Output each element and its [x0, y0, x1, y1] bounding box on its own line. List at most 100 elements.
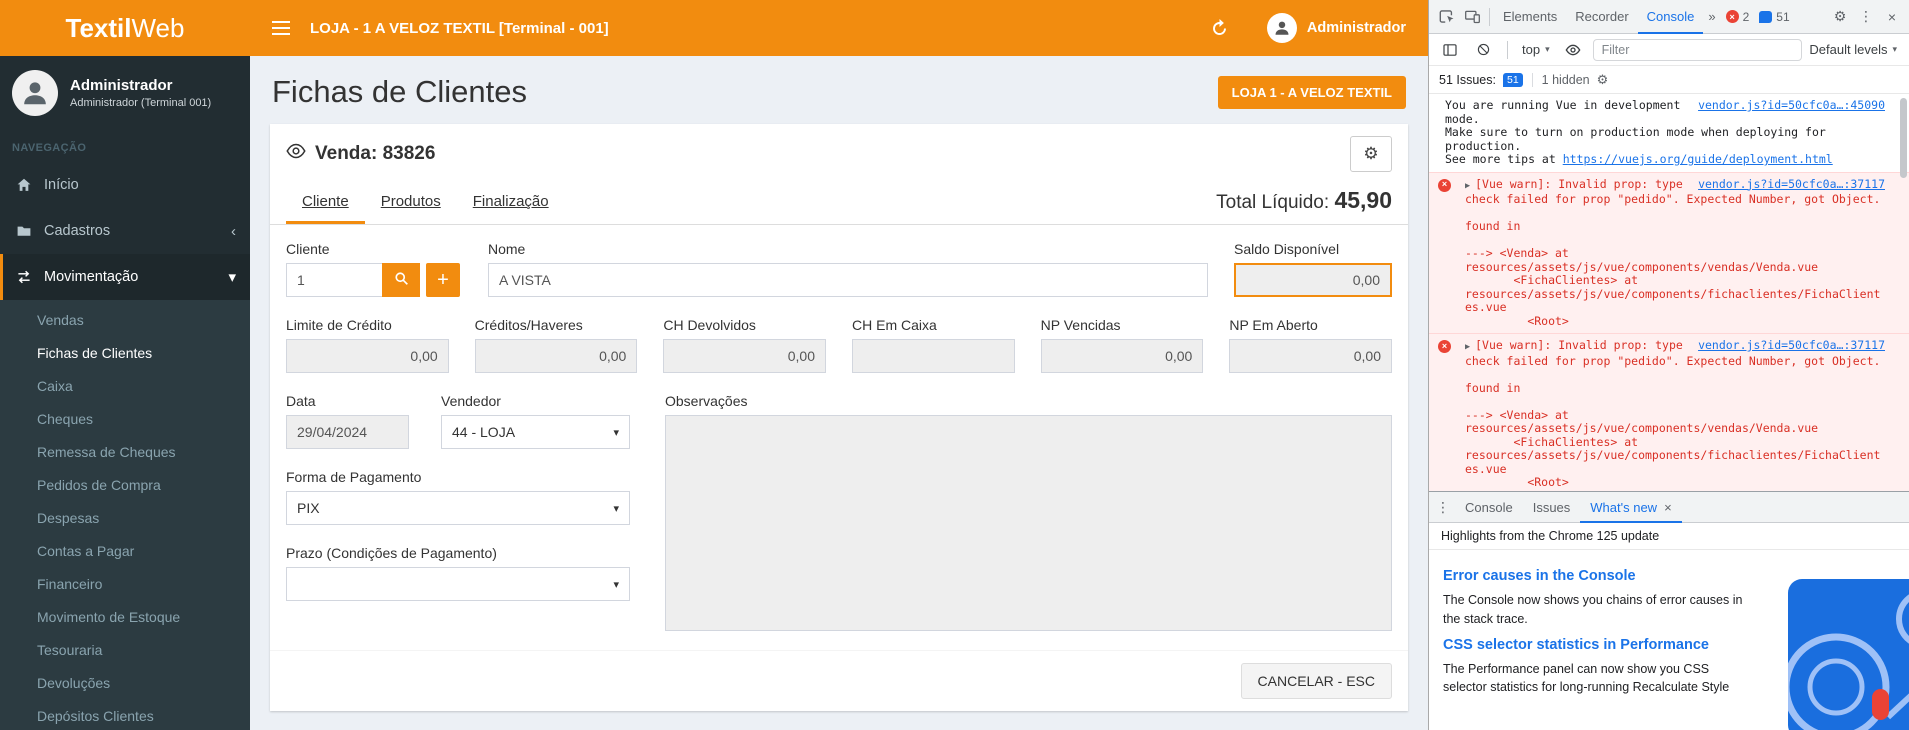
vendedor-label: Vendedor: [441, 393, 630, 409]
sidebar-item-tesouraria[interactable]: Tesouraria: [0, 633, 250, 666]
search-client-button[interactable]: [382, 263, 420, 297]
card-settings-button[interactable]: ⚙: [1350, 136, 1392, 172]
sidebar-item-depositos-clientes[interactable]: Depósitos Clientes: [0, 699, 250, 730]
sidebar-item-label: Cadastros: [44, 223, 110, 239]
tab-console[interactable]: Console: [1638, 0, 1704, 34]
cancel-button[interactable]: CANCELAR - ESC: [1241, 663, 1392, 699]
source-link[interactable]: vendor.js?id=50cfc0a…:37117: [1698, 339, 1885, 353]
refresh-icon[interactable]: [1210, 19, 1229, 38]
kebab-menu-icon[interactable]: ⋮: [1853, 4, 1879, 30]
user-menu[interactable]: Administrador: [1267, 13, 1406, 43]
error-icon: ×: [1438, 179, 1451, 192]
whats-new-text: The Performance panel can now show you C…: [1443, 660, 1748, 698]
log-levels-dropdown[interactable]: Default levels ▾: [1809, 42, 1901, 57]
nome-input[interactable]: [488, 263, 1208, 297]
whats-new-text: The Console now shows you chains of erro…: [1443, 591, 1748, 629]
drawer-tab-console[interactable]: Console: [1455, 492, 1523, 523]
sidebar-item-movimentacao[interactable]: Movimentação ▾: [0, 254, 250, 300]
divider: [1507, 41, 1508, 59]
drawer-tab-issues[interactable]: Issues: [1523, 492, 1581, 523]
sidebar-item-fichas-de-clientes[interactable]: Fichas de Clientes: [0, 336, 250, 369]
total-label: Total Líquido:: [1216, 192, 1329, 213]
np-em-aberto-input: [1229, 339, 1392, 373]
tab-recorder[interactable]: Recorder: [1566, 0, 1637, 34]
tabs-bar: Cliente Produtos Finalização Total Líqui…: [270, 180, 1408, 225]
console-sidebar-icon[interactable]: [1437, 37, 1463, 63]
live-expression-eye-icon[interactable]: [1560, 37, 1586, 63]
issues-count-badge[interactable]: 51: [1754, 10, 1794, 24]
data-input: [286, 415, 409, 449]
saldo-label: Saldo Disponível: [1234, 241, 1392, 257]
prazo-select[interactable]: ▾: [286, 567, 630, 601]
divider: [1489, 8, 1490, 26]
sidebar-item-financeiro[interactable]: Financeiro: [0, 567, 250, 600]
source-link[interactable]: vendor.js?id=50cfc0a…:45090: [1698, 99, 1885, 113]
tab-finalizacao[interactable]: Finalização: [457, 180, 565, 224]
source-link[interactable]: vendor.js?id=50cfc0a…:37117: [1698, 178, 1885, 192]
vendedor-select[interactable]: 44 - LOJA ▾: [441, 415, 630, 449]
context-selector[interactable]: top ▾: [1519, 42, 1553, 57]
tab-elements[interactable]: Elements: [1494, 0, 1566, 34]
gear-icon[interactable]: ⚙: [1597, 72, 1609, 88]
sidebar-item-remessa-de-cheques[interactable]: Remessa de Cheques: [0, 435, 250, 468]
settings-gear-icon[interactable]: ⚙: [1827, 4, 1853, 30]
sidebar-item-pedidos-de-compra[interactable]: Pedidos de Compra: [0, 468, 250, 501]
error-text: [Vue warn]: Invalid prop: type check fai…: [1465, 338, 1880, 489]
hidden-messages-link[interactable]: 1 hidden: [1542, 73, 1590, 87]
drawer-tab-whats-new[interactable]: What's new ×: [1580, 492, 1681, 523]
prazo-label: Prazo (Condições de Pagamento): [286, 545, 630, 561]
console-messages[interactable]: vendor.js?id=50cfc0a…:45090You are runni…: [1429, 94, 1909, 491]
artwork-red-pill: [1872, 689, 1889, 720]
creditos-label: Créditos/Haveres: [475, 317, 638, 333]
chevron-down-icon: ▾: [228, 268, 236, 286]
close-devtools-icon[interactable]: ×: [1879, 4, 1905, 30]
chevron-down-icon: ▾: [613, 502, 619, 515]
exchange-icon: [14, 269, 34, 285]
sidebar-item-label: Movimentação: [44, 269, 138, 285]
content-header: Fichas de Clientes LOJA 1 - A VELOZ TEXT…: [270, 56, 1408, 124]
search-icon: [394, 271, 409, 289]
sidebar-item-inicio[interactable]: Início: [0, 162, 250, 208]
forma-pagamento-label: Forma de Pagamento: [286, 469, 630, 485]
sidebar-user-name: Administrador: [70, 77, 211, 94]
sidebar-item-vendas[interactable]: Vendas: [0, 303, 250, 336]
device-toolbar-icon[interactable]: [1459, 4, 1485, 30]
clear-console-icon[interactable]: [1470, 37, 1496, 63]
devtools-window-controls: ⚙ ⋮ ×: [1827, 4, 1905, 30]
cliente-input[interactable]: [286, 263, 382, 297]
nome-label: Nome: [488, 241, 1208, 257]
sidebar-item-movimento-de-estoque[interactable]: Movimento de Estoque: [0, 600, 250, 633]
drawer-kebab-icon[interactable]: ⋮: [1431, 499, 1455, 516]
sidebar-item-cadastros[interactable]: Cadastros ‹: [0, 208, 250, 254]
console-message-error: vendor.js?id=50cfc0a…:37117×▶[Vue warn]:…: [1429, 333, 1909, 491]
tab-produtos[interactable]: Produtos: [365, 180, 457, 224]
error-count-badge[interactable]: × 2: [1721, 10, 1755, 24]
console-filter-input[interactable]: [1593, 39, 1803, 61]
deployment-guide-link[interactable]: https://vuejs.org/guide/deployment.html: [1563, 152, 1833, 166]
issues-chip[interactable]: 51: [1503, 73, 1523, 87]
chevron-down-icon: ▾: [613, 578, 619, 591]
app-logo[interactable]: TextilWeb: [0, 0, 250, 56]
error-icon: ×: [1726, 10, 1739, 23]
inspect-element-icon[interactable]: [1433, 4, 1459, 30]
devtools-panel: Elements Recorder Console » × 2 51 ⚙ ⋮ ×: [1428, 0, 1909, 730]
add-client-button[interactable]: +: [426, 263, 460, 297]
expand-caret-icon[interactable]: ▶: [1465, 181, 1470, 191]
more-tabs-icon[interactable]: »: [1703, 9, 1720, 24]
sidebar-item-cheques[interactable]: Cheques: [0, 402, 250, 435]
sidebar-item-despesas[interactable]: Despesas: [0, 501, 250, 534]
close-tab-icon[interactable]: ×: [1664, 500, 1672, 515]
scrollbar-thumb[interactable]: [1900, 98, 1907, 178]
tab-cliente[interactable]: Cliente: [286, 180, 365, 224]
sidebar-item-contas-a-pagar[interactable]: Contas a Pagar: [0, 534, 250, 567]
store-button[interactable]: LOJA 1 - A VELOZ TEXTIL: [1218, 76, 1406, 109]
observacoes-textarea[interactable]: [665, 415, 1392, 631]
sidebar-item-devolucoes[interactable]: Devoluções: [0, 666, 250, 699]
forma-pagamento-select[interactable]: PIX ▾: [286, 491, 630, 525]
hamburger-menu-icon[interactable]: [272, 21, 290, 35]
console-toolbar: top ▾ Default levels ▾: [1429, 34, 1909, 66]
chevron-down-icon: ▾: [1545, 44, 1550, 55]
sidebar-item-caixa[interactable]: Caixa: [0, 369, 250, 402]
movimentacao-submenu: Vendas Fichas de Clientes Caixa Cheques …: [0, 300, 250, 730]
expand-caret-icon[interactable]: ▶: [1465, 342, 1470, 352]
